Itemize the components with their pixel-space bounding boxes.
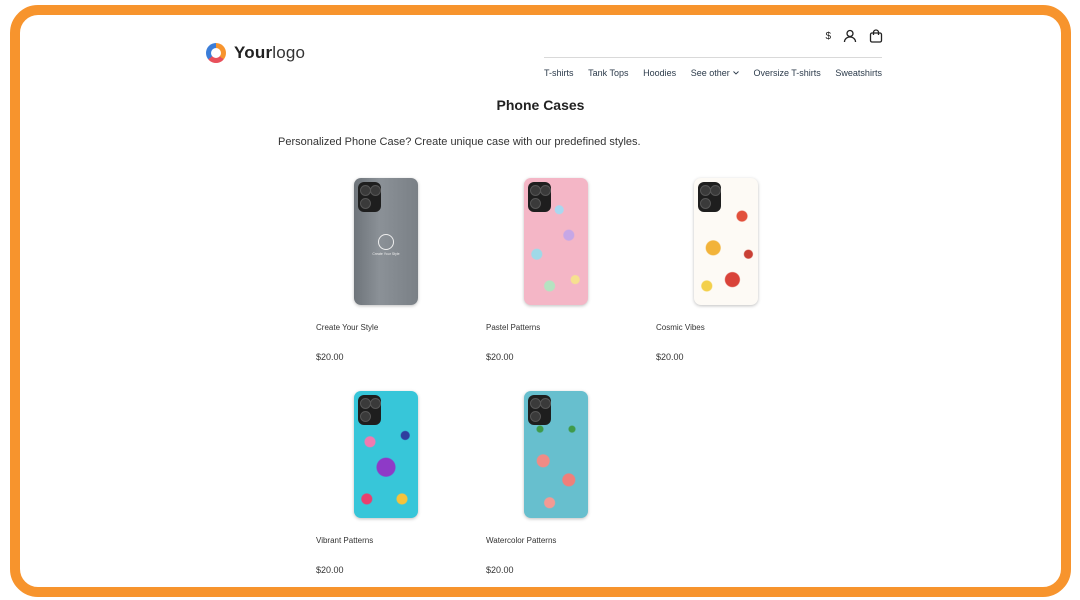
product-price: $20.00 [316, 352, 344, 362]
product-image[interactable] [354, 391, 418, 518]
camera-module [528, 395, 551, 425]
camera-module [528, 182, 551, 212]
site-logo[interactable]: Yourlogo [206, 43, 305, 63]
logo-text: Yourlogo [234, 43, 306, 62]
chevron-down-icon [732, 71, 739, 75]
product-card-pastel-patterns[interactable]: Pastel Patterns $20.00 [486, 178, 636, 362]
product-card-create-your-style[interactable]: Create Your Style Create Your Style $20.… [316, 178, 466, 362]
utility-bar: $ [825, 29, 883, 43]
nav-item-tank-tops[interactable]: Tank Tops [588, 68, 628, 78]
product-price: $20.00 [486, 352, 514, 362]
product-name[interactable]: Vibrant Patterns [316, 536, 466, 545]
custom-logo-icon [378, 234, 394, 250]
camera-module [358, 395, 381, 425]
product-price: $20.00 [486, 565, 514, 575]
product-image-text: Create Your Style [372, 252, 400, 256]
nav-item-oversize-t-shirts[interactable]: Oversize T-shirts [753, 68, 820, 78]
product-name[interactable]: Cosmic Vibes [656, 323, 806, 332]
product-price: $20.00 [656, 352, 684, 362]
nav-item-see-other[interactable]: See other [691, 68, 739, 78]
nav-divider [544, 57, 882, 58]
user-icon[interactable] [843, 29, 857, 43]
product-price: $20.00 [316, 565, 344, 575]
product-name[interactable]: Pastel Patterns [486, 323, 636, 332]
screenshot-frame: Yourlogo $ T-shirts Tank Tops Hoodies Se… [10, 5, 1071, 597]
product-image[interactable] [524, 391, 588, 518]
camera-module [358, 182, 381, 212]
product-name[interactable]: Watercolor Patterns [486, 536, 636, 545]
camera-module [698, 182, 721, 212]
product-name[interactable]: Create Your Style [316, 323, 466, 332]
category-intro: Personalized Phone Case? Create unique c… [278, 136, 641, 148]
nav-item-hoodies[interactable]: Hoodies [643, 68, 676, 78]
product-image[interactable] [524, 178, 588, 305]
currency-selector[interactable]: $ [825, 31, 831, 42]
shopping-bag-icon[interactable] [869, 29, 883, 43]
nav-item-sweatshirts[interactable]: Sweatshirts [835, 68, 882, 78]
nav-item-t-shirts[interactable]: T-shirts [544, 68, 574, 78]
product-image[interactable]: Create Your Style [354, 178, 418, 305]
product-card-watercolor-patterns[interactable]: Watercolor Patterns $20.00 [486, 391, 636, 575]
product-image[interactable] [694, 178, 758, 305]
page-title: Phone Cases [496, 97, 585, 113]
product-card-cosmic-vibes[interactable]: Cosmic Vibes $20.00 [656, 178, 806, 362]
logo-mark-icon [206, 43, 226, 63]
product-card-vibrant-patterns[interactable]: Vibrant Patterns $20.00 [316, 391, 466, 575]
main-nav: T-shirts Tank Tops Hoodies See other Ove… [544, 68, 882, 78]
